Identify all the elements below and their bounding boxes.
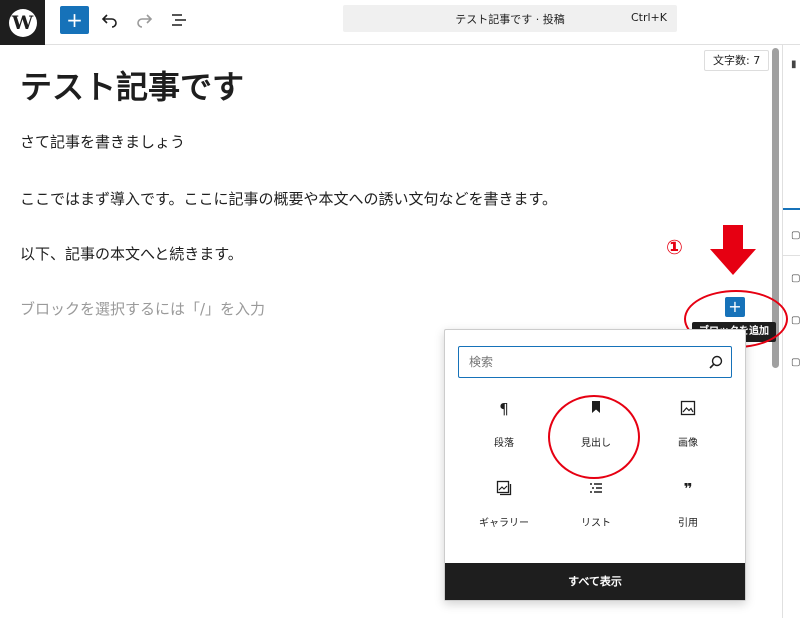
toggle-block-inserter-button[interactable]: + <box>60 6 89 34</box>
block-option-label: 画像 <box>678 438 698 449</box>
block-option-label: ギャラリー <box>479 518 529 529</box>
undo-icon <box>101 14 117 28</box>
image-icon <box>643 400 733 424</box>
block-option-label: 段落 <box>494 438 514 449</box>
block-option-image[interactable]: 画像 <box>643 390 733 462</box>
block-search-input[interactable] <box>459 347 699 377</box>
step-number-1: ① <box>666 235 683 259</box>
empty-block-placeholder[interactable]: ブロックを選択するには「/」を入力 <box>20 298 265 319</box>
block-option-list[interactable]: リスト <box>551 470 641 542</box>
sidebar-panel-icon[interactable]: ▢ <box>791 230 800 241</box>
block-option-paragraph[interactable]: ¶ 段落 <box>459 390 549 462</box>
settings-sidebar: ▮ ▢ ▢ ▢ ▢ <box>782 45 800 618</box>
quote-icon: ❞ <box>683 480 693 498</box>
block-option-gallery[interactable]: ギャラリー <box>459 470 549 542</box>
block-option-label: 引用 <box>678 518 698 529</box>
wordpress-icon: W <box>8 8 37 37</box>
editor-top-bar: W + テスト記事です · 投稿 Ctrl+K <box>0 0 800 45</box>
keyboard-shortcut: Ctrl+K <box>630 11 667 24</box>
browse-all-button[interactable]: すべて表示 <box>445 563 745 600</box>
list-view-icon <box>172 14 186 26</box>
paragraph-block[interactable]: 以下、記事の本文へと続きます。 <box>20 243 243 264</box>
undo-button[interactable] <box>98 8 122 32</box>
red-arrow-down-icon <box>710 225 756 275</box>
redo-icon <box>137 14 153 28</box>
sidebar-panel-icon[interactable]: ▢ <box>791 357 800 368</box>
sidebar-divider <box>783 255 800 256</box>
wordpress-logo-button[interactable]: W <box>0 0 45 45</box>
redo-button[interactable] <box>132 8 156 32</box>
search-icon <box>709 355 723 369</box>
sidebar-panel-icon[interactable]: ▢ <box>791 273 800 284</box>
list-icon <box>551 480 641 504</box>
word-count-badge: 文字数: 7 <box>704 50 770 71</box>
highlight-circle-heading <box>548 395 640 479</box>
sidebar-tab-indicator <box>783 208 800 210</box>
paragraph-block[interactable]: さて記事を書きましょう <box>20 131 185 152</box>
paragraph-block[interactable]: ここではまず導入です。ここに記事の概要や本文への誘い文句などを書きます。 <box>20 188 557 209</box>
document-overview-button[interactable] <box>167 8 191 32</box>
block-search-box[interactable] <box>458 346 732 378</box>
block-option-label: リスト <box>581 518 611 529</box>
command-palette-bar[interactable]: テスト記事です · 投稿 Ctrl+K <box>343 5 677 32</box>
sidebar-tab-icon[interactable]: ▮ <box>791 59 797 70</box>
post-title[interactable]: テスト記事です <box>20 62 244 108</box>
block-option-quote[interactable]: ❞ 引用 <box>643 470 733 542</box>
sidebar-panel-icon[interactable]: ▢ <box>791 315 800 326</box>
gallery-icon <box>459 480 549 504</box>
document-title: テスト記事です · 投稿 <box>455 13 565 26</box>
paragraph-icon: ¶ <box>499 400 509 418</box>
